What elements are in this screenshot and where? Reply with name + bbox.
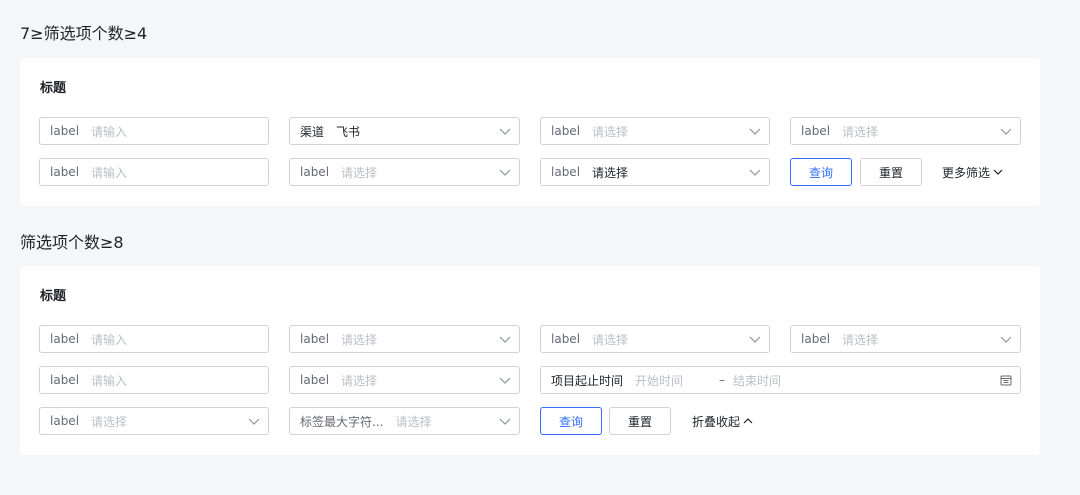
calendar-icon xyxy=(1000,374,1012,386)
field-label: label xyxy=(50,373,80,387)
chevron-down-icon xyxy=(499,375,511,385)
reset-button[interactable]: 重置 xyxy=(609,407,671,435)
field-label: label xyxy=(551,332,581,346)
select-placeholder: 请选择 xyxy=(842,124,879,139)
chevron-down-icon xyxy=(749,334,761,344)
chevron-down-icon xyxy=(499,167,511,177)
chevron-down-icon xyxy=(248,416,260,426)
select-placeholder: 请选择 xyxy=(341,332,378,347)
text-input-field[interactable]: label 请输入 xyxy=(39,158,269,186)
select-value: 请选择 xyxy=(592,165,629,180)
select-field[interactable]: label 请选择 xyxy=(39,407,269,435)
select-placeholder: 请选择 xyxy=(341,373,378,388)
select-field[interactable]: label 请选择 xyxy=(790,117,1021,145)
select-field[interactable]: label 请选择 xyxy=(790,325,1021,353)
field-label: label xyxy=(801,332,831,346)
reset-button[interactable]: 重置 xyxy=(860,158,922,186)
start-date-placeholder[interactable]: 开始时间 xyxy=(635,372,683,389)
select-placeholder: 请选择 xyxy=(592,332,629,347)
field-label: label xyxy=(551,165,581,179)
filter-card-2: 标题 label 请输入 label 请选择 label 请选择 label 请… xyxy=(20,266,1040,455)
field-label: label xyxy=(551,124,581,138)
chevron-down-icon xyxy=(499,334,511,344)
chevron-up-icon xyxy=(743,418,753,424)
select-placeholder: 请选择 xyxy=(395,414,432,429)
field-label: label xyxy=(300,332,330,346)
range-separator: – xyxy=(719,373,726,387)
select-value: 飞书 xyxy=(336,124,361,139)
chevron-down-icon xyxy=(749,126,761,136)
field-label: 渠道 xyxy=(300,124,325,139)
section-heading-2: 筛选项个数≥8 xyxy=(20,233,124,252)
field-label: label xyxy=(50,332,80,346)
select-field[interactable]: 标签最大字符... 请选择 xyxy=(289,407,520,435)
card-title: 标题 xyxy=(40,81,67,96)
input-placeholder: 请输入 xyxy=(91,332,128,347)
field-label: label xyxy=(300,373,330,387)
input-placeholder: 请输入 xyxy=(91,165,128,180)
input-placeholder: 请输入 xyxy=(91,124,128,139)
select-field[interactable]: label 请选择 xyxy=(540,158,770,186)
select-field[interactable]: label 请选择 xyxy=(289,325,520,353)
filter-card-1: 标题 label 请输入 渠道 飞书 label 请选择 label 请选择 l… xyxy=(20,58,1040,206)
select-placeholder: 请选择 xyxy=(842,332,879,347)
select-placeholder: 请选择 xyxy=(341,165,378,180)
select-field[interactable]: label 请选择 xyxy=(289,366,520,394)
query-button[interactable]: 查询 xyxy=(790,158,852,186)
collapse-button[interactable]: 折叠收起 xyxy=(692,407,753,435)
chevron-down-icon xyxy=(993,169,1003,175)
select-field[interactable]: label 请选择 xyxy=(540,325,770,353)
date-range-picker[interactable]: 项目起止时间 开始时间 – 结束时间 xyxy=(540,366,1021,394)
field-label: 标签最大字符... xyxy=(300,414,384,429)
field-label: 项目起止时间 xyxy=(551,373,624,388)
card-title: 标题 xyxy=(40,289,67,304)
collapse-label: 折叠收起 xyxy=(692,414,741,429)
field-label: label xyxy=(50,165,80,179)
chevron-down-icon xyxy=(1000,126,1012,136)
select-placeholder: 请选择 xyxy=(592,124,629,139)
chevron-down-icon xyxy=(499,416,511,426)
query-button[interactable]: 查询 xyxy=(540,407,602,435)
input-placeholder: 请输入 xyxy=(91,373,128,388)
end-date-placeholder[interactable]: 结束时间 xyxy=(733,372,781,389)
field-label: label xyxy=(50,124,80,138)
chevron-down-icon xyxy=(749,167,761,177)
field-label: label xyxy=(300,165,330,179)
section-heading-1: 7≥筛选项个数≥4 xyxy=(20,24,148,43)
select-field[interactable]: label 请选择 xyxy=(540,117,770,145)
field-label: label xyxy=(801,124,831,138)
more-filters-label: 更多筛选 xyxy=(942,165,991,180)
text-input-field[interactable]: label 请输入 xyxy=(39,325,269,353)
text-input-field[interactable]: label 请输入 xyxy=(39,366,269,394)
channel-select[interactable]: 渠道 飞书 xyxy=(289,117,520,145)
field-label: label xyxy=(50,414,80,428)
select-field[interactable]: label 请选择 xyxy=(289,158,520,186)
chevron-down-icon xyxy=(499,126,511,136)
chevron-down-icon xyxy=(1000,334,1012,344)
text-input-field[interactable]: label 请输入 xyxy=(39,117,269,145)
select-placeholder: 请选择 xyxy=(91,414,128,429)
more-filters-button[interactable]: 更多筛选 xyxy=(942,158,1003,186)
